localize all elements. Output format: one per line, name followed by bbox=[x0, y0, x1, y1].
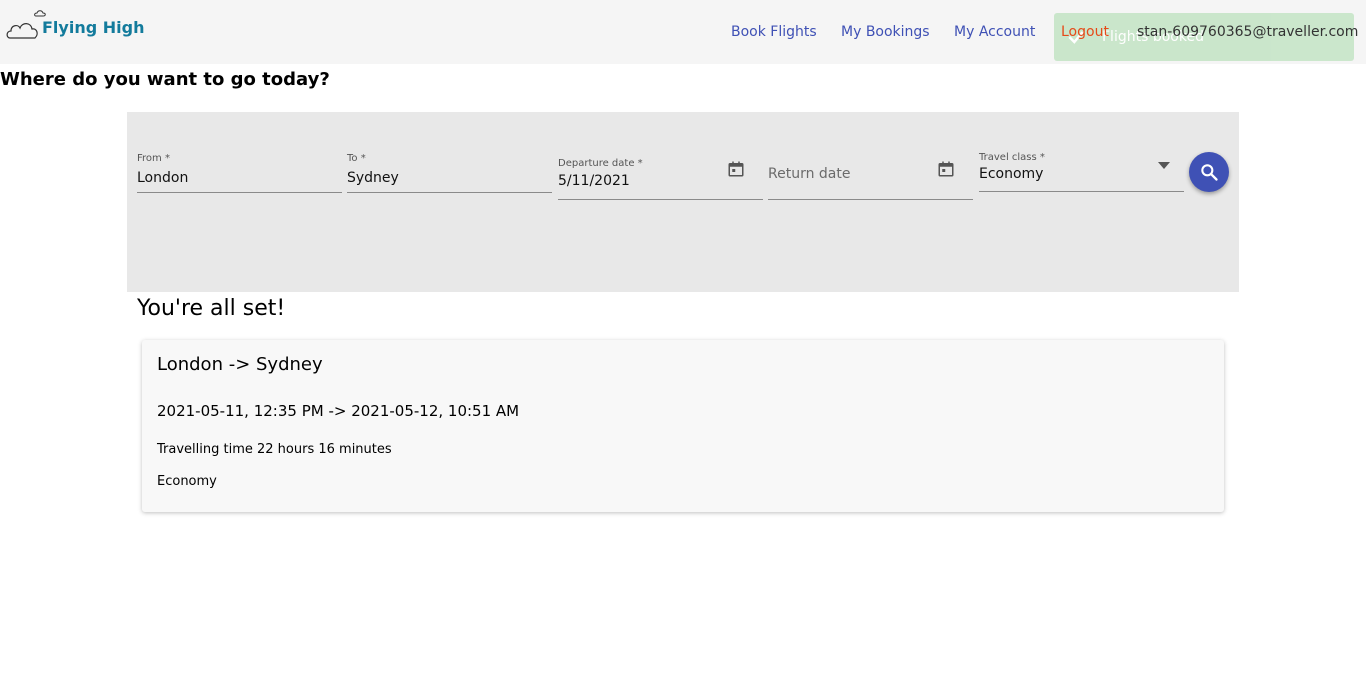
search-button[interactable] bbox=[1189, 152, 1229, 192]
to-field[interactable]: To * Sydney bbox=[347, 150, 552, 193]
travel-class: Economy bbox=[157, 474, 217, 489]
return-date-field[interactable]: Return date bbox=[768, 152, 973, 200]
nav-my-account[interactable]: My Account bbox=[954, 24, 1035, 40]
calendar-icon[interactable] bbox=[727, 160, 745, 178]
booking-confirmation-heading: You're all set! bbox=[137, 296, 286, 321]
nav-book-flights[interactable]: Book Flights bbox=[731, 24, 817, 40]
flight-search-form: From * London To * Sydney Departure date… bbox=[127, 112, 1239, 292]
page-title: Where do you want to go today? bbox=[0, 69, 330, 90]
travel-class-value[interactable]: Economy bbox=[979, 166, 1043, 182]
flight-times: 2021-05-11, 12:35 PM -> 2021-05-12, 10:5… bbox=[157, 402, 520, 420]
return-date-input[interactable]: Return date bbox=[768, 166, 850, 182]
travel-class-label: Travel class * bbox=[979, 152, 1045, 163]
to-label: To * bbox=[347, 153, 366, 164]
departure-date-label: Departure date * bbox=[558, 158, 643, 169]
booking-card: London -> Sydney 2021-05-11, 12:35 PM ->… bbox=[142, 340, 1224, 512]
travel-class-select[interactable]: Travel class * Economy bbox=[979, 150, 1184, 192]
flight-route: London -> Sydney bbox=[157, 354, 323, 375]
to-input[interactable]: Sydney bbox=[347, 170, 399, 186]
user-email: stan-609760365@traveller.com bbox=[1137, 24, 1359, 40]
from-label: From * bbox=[137, 153, 170, 164]
nav-logout[interactable]: Logout bbox=[1061, 24, 1109, 40]
logo[interactable]: Flying High bbox=[6, 10, 146, 44]
nav-my-bookings[interactable]: My Bookings bbox=[841, 24, 930, 40]
calendar-icon[interactable] bbox=[937, 160, 955, 178]
dropdown-arrow-icon[interactable] bbox=[1158, 162, 1170, 170]
travel-duration: Travelling time 22 hours 16 minutes bbox=[157, 442, 392, 457]
cloud-icon bbox=[6, 10, 46, 39]
from-field[interactable]: From * London bbox=[137, 150, 342, 193]
departure-date-input[interactable]: 5/11/2021 bbox=[558, 173, 630, 189]
top-app-bar: Flying High Book Flights My Bookings My … bbox=[0, 0, 1366, 64]
departure-date-field[interactable]: Departure date * 5/11/2021 bbox=[558, 152, 763, 200]
logo-text: Flying High bbox=[42, 18, 145, 37]
from-input[interactable]: London bbox=[137, 170, 188, 186]
search-icon bbox=[1201, 164, 1218, 181]
